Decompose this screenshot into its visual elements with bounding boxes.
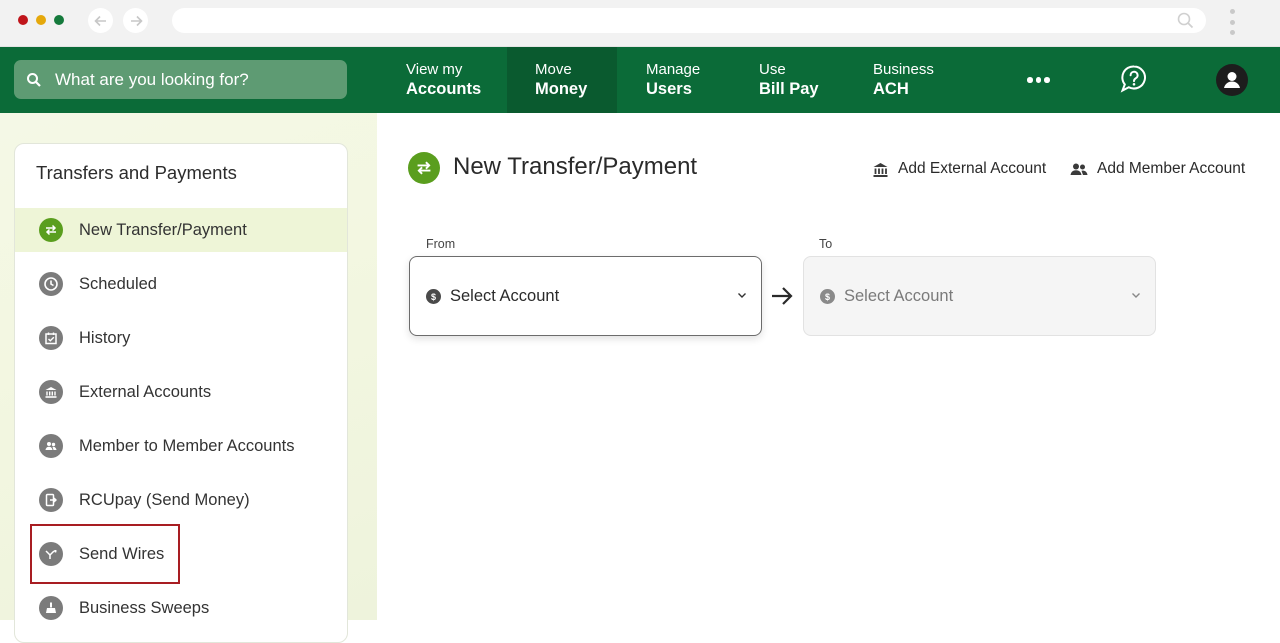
add-member-account-button[interactable]: Add Member Account xyxy=(1070,160,1245,178)
add-external-account-label: Add External Account xyxy=(898,160,1047,177)
nav-label-line1: Business xyxy=(873,61,934,78)
to-label: To xyxy=(819,237,833,251)
nav-label-line1: Manage xyxy=(646,61,701,78)
sweep-icon xyxy=(39,596,63,620)
dollar-icon: $ xyxy=(426,289,441,304)
to-account-select[interactable]: $ Select Account xyxy=(803,256,1156,336)
nav-label-line2: Accounts xyxy=(406,80,482,98)
sidebar-item-rcupay[interactable]: RCUpay (Send Money) xyxy=(15,478,347,522)
nav-view-accounts[interactable]: View my Accounts xyxy=(378,47,506,113)
nav-business-ach[interactable]: Business ACH xyxy=(845,47,965,113)
from-select-value: Select Account xyxy=(450,286,560,305)
nav-label-line1: Use xyxy=(759,61,786,78)
from-account-select[interactable]: $ Select Account xyxy=(409,256,762,336)
nav-label-line2: ACH xyxy=(873,80,909,98)
nav-label-line1: View my xyxy=(406,61,463,78)
sidebar-item-label: Business Sweeps xyxy=(79,598,210,617)
sidebar-item-new-transfer[interactable]: New Transfer/Payment xyxy=(15,208,347,252)
nav-label-line2: Bill Pay xyxy=(759,80,819,98)
people-icon xyxy=(1070,163,1088,175)
sidebar-item-label: New Transfer/Payment xyxy=(79,220,247,239)
back-button[interactable] xyxy=(88,8,113,33)
sidebar-item-label: History xyxy=(79,328,131,347)
send-money-icon xyxy=(39,488,63,512)
maximize-window-dot[interactable] xyxy=(54,15,64,25)
browser-chrome xyxy=(0,0,1280,47)
sidebar-item-business-sweeps[interactable]: Business Sweeps xyxy=(15,586,347,630)
sidebar-item-label: External Accounts xyxy=(79,382,212,401)
sidebar-item-external-accounts[interactable]: External Accounts xyxy=(15,370,347,414)
calendar-icon xyxy=(39,326,63,350)
to-select-value: Select Account xyxy=(844,286,954,305)
sidebar-title: Transfers and Payments xyxy=(36,162,237,183)
nav-bill-pay[interactable]: Use Bill Pay xyxy=(731,47,843,113)
forward-button[interactable] xyxy=(123,8,148,33)
more-menu-icon[interactable] xyxy=(1027,77,1050,83)
arrow-right-icon xyxy=(772,287,793,305)
search-input[interactable]: What are you looking for? xyxy=(14,60,347,99)
from-label: From xyxy=(426,237,456,251)
bank-icon xyxy=(873,162,888,177)
sidebar-item-member-accounts[interactable]: Member to Member Accounts xyxy=(15,424,347,468)
help-chat-icon[interactable] xyxy=(1119,64,1149,94)
sidebar-item-label: RCUpay (Send Money) xyxy=(79,490,250,509)
transfer-icon xyxy=(408,152,440,184)
address-bar[interactable] xyxy=(172,8,1206,33)
chevron-down-icon xyxy=(1132,293,1140,298)
nav-manage-users[interactable]: Manage Users xyxy=(618,47,728,113)
user-avatar-icon[interactable] xyxy=(1216,64,1248,96)
minimize-window-dot[interactable] xyxy=(36,15,46,25)
nav-move-money[interactable]: Move Money xyxy=(507,47,617,113)
search-icon xyxy=(1177,12,1194,29)
search-icon xyxy=(27,72,41,87)
search-placeholder: What are you looking for? xyxy=(55,69,249,89)
highlight-box xyxy=(30,524,180,584)
nav-label-line1: Move xyxy=(535,61,572,78)
nav-label-line2: Money xyxy=(535,80,588,98)
arrow-left-icon xyxy=(93,15,106,26)
bank-icon xyxy=(39,380,63,404)
chevron-down-icon xyxy=(738,293,746,298)
top-navigation: What are you looking for? View my Accoun… xyxy=(0,47,1280,113)
dollar-icon: $ xyxy=(820,289,835,304)
sidebar-item-history[interactable]: History xyxy=(15,316,347,360)
nav-label-line2: Users xyxy=(646,80,692,98)
sidebar-item-label: Member to Member Accounts xyxy=(79,436,295,455)
page-title: New Transfer/Payment xyxy=(453,153,698,180)
close-window-dot[interactable] xyxy=(18,15,28,25)
browser-menu-icon[interactable] xyxy=(1230,9,1236,35)
people-icon xyxy=(39,434,63,458)
arrow-right-icon xyxy=(130,15,143,26)
sidebar-item-scheduled[interactable]: Scheduled xyxy=(15,262,347,306)
add-member-account-label: Add Member Account xyxy=(1097,160,1246,177)
clock-icon xyxy=(39,272,63,296)
transfer-icon xyxy=(39,218,63,242)
sidebar-item-label: Scheduled xyxy=(79,274,157,293)
add-external-account-button[interactable]: Add External Account xyxy=(872,160,1046,178)
